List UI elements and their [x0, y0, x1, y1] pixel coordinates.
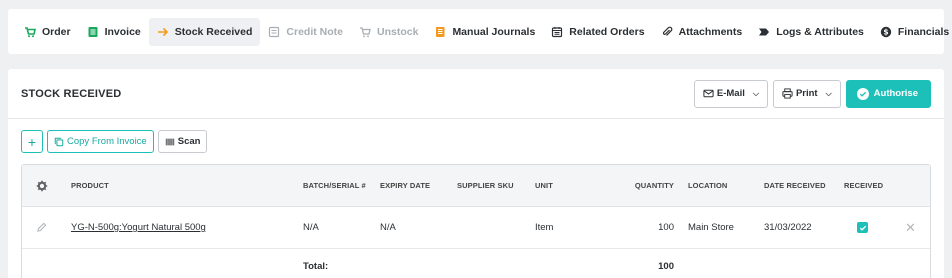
stock-received-panel: STOCK RECEIVED E-Mail ⌵ Print ⌵ Authoris…	[8, 69, 944, 278]
expiry-cell[interactable]: N/A	[380, 207, 396, 248]
unit-cell: Item	[535, 222, 554, 233]
tab-financials[interactable]: $ Financials	[872, 18, 952, 46]
col-location: LOCATION	[688, 181, 728, 190]
authorise-button[interactable]: Authorise	[845, 79, 931, 108]
tab-label: Related Orders	[569, 25, 645, 38]
product-link[interactable]: YG-N-500g:Yogurt Natural 500g	[71, 207, 206, 248]
tab-related-orders[interactable]: Related Orders	[543, 18, 652, 46]
paperclip-icon	[661, 26, 673, 38]
tab-invoice[interactable]: Invoice	[79, 18, 149, 46]
table-header: PRODUCT BATCH/SERIAL # EXPIRY DATE SUPPL…	[22, 165, 930, 207]
print-button[interactable]: Print ⌵	[772, 79, 841, 108]
cart-icon	[24, 26, 36, 38]
scan-label: Scan	[177, 136, 201, 147]
copy-from-invoice-button[interactable]: Copy From Invoice	[47, 130, 154, 153]
tab-stock-received[interactable]: Stock Received	[148, 17, 261, 46]
scan-button[interactable]: Scan	[157, 130, 208, 153]
tab-label: Invoice	[104, 25, 141, 38]
dollar-icon: $	[880, 26, 892, 38]
remove-row-button[interactable]: ✕	[905, 207, 916, 248]
settings-gear-icon[interactable]	[36, 165, 48, 206]
copy-label: Copy From Invoice	[67, 136, 147, 147]
tab-label: Attachments	[678, 25, 743, 38]
tab-bar: Order Invoice Stock Received Credit Note…	[8, 9, 949, 54]
col-quantity: QUANTITY	[634, 181, 674, 190]
tab-attachments[interactable]: Attachments	[653, 18, 751, 46]
total-row: Total: 100	[22, 249, 930, 278]
envelope-icon	[703, 89, 714, 98]
tab-credit-note[interactable]: Credit Note	[260, 18, 351, 46]
checkmark-icon	[857, 222, 868, 233]
print-label: Print	[795, 88, 818, 99]
close-icon: ✕	[905, 219, 916, 235]
tab-label: Stock Received	[174, 25, 253, 38]
col-product: PRODUCT	[71, 181, 109, 190]
batch-cell[interactable]: N/A	[303, 207, 319, 248]
stock-table: PRODUCT BATCH/SERIAL # EXPIRY DATE SUPPL…	[21, 164, 931, 278]
tab-label: Manual Journals	[452, 25, 536, 38]
panel-header: STOCK RECEIVED E-Mail ⌵ Print ⌵ Authoris…	[8, 69, 944, 119]
tab-label: Unstock	[377, 25, 419, 38]
total-label: Total:	[303, 260, 329, 272]
tab-order[interactable]: Order	[16, 18, 79, 46]
email-button[interactable]: E-Mail ⌵	[693, 79, 768, 108]
barcode-icon	[165, 138, 174, 145]
tab-label: Logs & Attributes	[776, 25, 864, 38]
credit-note-icon	[268, 26, 280, 38]
add-line-button[interactable]: +	[21, 130, 43, 153]
col-unit: UNIT	[535, 181, 553, 190]
pencil-edit-icon[interactable]	[36, 207, 47, 248]
chevron-down-icon: ⌵	[752, 88, 759, 98]
calendar-icon	[551, 26, 563, 38]
chevron-down-icon: ⌵	[825, 88, 832, 98]
table-row: YG-N-500g:Yogurt Natural 500g N/A N/A It…	[22, 207, 930, 249]
tab-unstock[interactable]: Unstock	[351, 18, 426, 46]
unstock-cart-icon	[359, 26, 371, 38]
authorise-label: Authorise	[873, 88, 918, 99]
col-expiry: EXPIRY DATE	[380, 181, 431, 190]
col-received: RECEIVED	[844, 181, 884, 190]
tab-label: Financials	[897, 25, 950, 38]
tab-label: Credit Note	[286, 25, 343, 38]
email-label: E-Mail	[716, 88, 745, 99]
table-toolbar: + Copy From Invoice Scan	[21, 130, 208, 153]
tab-label: Order	[42, 25, 71, 38]
printer-icon	[782, 88, 793, 99]
received-checkbox[interactable]	[857, 207, 868, 248]
date-received-cell[interactable]: 31/03/2022	[764, 207, 812, 248]
tag-icon	[758, 26, 770, 38]
copy-icon	[54, 137, 64, 146]
journal-icon	[434, 26, 446, 38]
svg-text:$: $	[883, 27, 888, 36]
location-cell[interactable]: Main Store	[688, 207, 734, 248]
col-supplier-sku: SUPPLIER SKU	[457, 181, 514, 190]
invoice-icon	[87, 26, 99, 38]
tab-manual-journals[interactable]: Manual Journals	[426, 18, 543, 46]
total-quantity: 100	[658, 260, 674, 272]
col-batch: BATCH/SERIAL #	[303, 181, 366, 190]
quantity-cell[interactable]: 100	[612, 207, 674, 248]
col-date-received: DATE RECEIVED	[764, 181, 826, 190]
arrow-right-icon	[157, 26, 169, 38]
page-title: STOCK RECEIVED	[21, 87, 122, 100]
tab-logs-attributes[interactable]: Logs & Attributes	[750, 18, 872, 46]
header-actions: E-Mail ⌵ Print ⌵ Authorise	[693, 79, 931, 108]
check-circle-icon	[856, 87, 869, 100]
